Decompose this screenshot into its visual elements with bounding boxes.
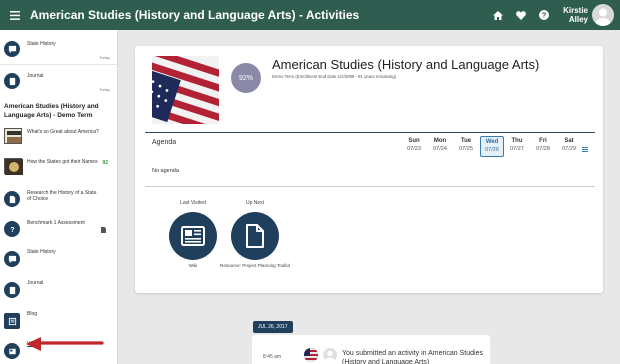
sidebar-item-blog[interactable]: Blog [0, 310, 117, 334]
agenda-day-sat[interactable]: Sat 07/29 [557, 138, 581, 152]
sidebar-item-states-names[interactable]: How the States got their Names 92 [0, 158, 117, 180]
sidebar-item-state-history[interactable]: State History [0, 248, 117, 272]
agenda-day-sun[interactable]: Sun 07/23 [402, 138, 426, 152]
course-title: American Studies (History and Language A… [272, 57, 540, 72]
agenda-day-mon[interactable]: Mon 07/24 [428, 138, 452, 152]
agenda-list-icon[interactable] [582, 147, 588, 154]
activity-thumbnail [4, 158, 23, 175]
sidebar-item-state-history-today[interactable]: State History Today [0, 38, 117, 64]
last-visited-heading: Last Visited [180, 200, 206, 206]
svg-text:?: ? [542, 11, 547, 20]
user-name[interactable]: Kirstie Alley [563, 6, 588, 24]
blog-icon [4, 313, 20, 329]
feed-time: 8:45 am [263, 354, 282, 360]
course-card: 92% American Studies (History and Langua… [135, 46, 603, 293]
sidebar-item-great-america[interactable]: What's so Great about America? [0, 126, 117, 148]
course-thumbnail [304, 348, 318, 362]
avatar[interactable] [592, 4, 614, 26]
chat-icon [4, 41, 20, 57]
agenda-day-fri[interactable]: Fri 07/28 [531, 138, 555, 152]
agenda-day-wed[interactable]: Wed 07/26 [480, 136, 504, 157]
feed-item[interactable]: 8:45 am You submitted an activity in Ame… [252, 335, 490, 364]
journal-icon [4, 282, 20, 298]
grade-circle[interactable]: 92% [231, 63, 261, 93]
document-icon [4, 191, 20, 207]
sidebar-course-title[interactable]: American Studies (History and Language A… [4, 102, 109, 120]
course-image[interactable] [152, 56, 219, 124]
agenda-label: Agenda [152, 139, 177, 146]
course-subtitle: Demo Term (Enrollment End Date 1/2/2099 … [272, 74, 397, 79]
sidebar-item-benchmark[interactable]: ? Benchmark 1 Assessment [0, 219, 117, 241]
user-avatar-icon [323, 348, 337, 364]
sidebar-item-journal-today[interactable]: Journal Today [0, 70, 117, 96]
question-icon: ? [4, 221, 20, 237]
up-next-resource-button[interactable] [231, 212, 279, 260]
chat-icon [4, 251, 20, 267]
no-agenda-text: No agenda [152, 168, 179, 174]
up-next-heading: Up Next [245, 200, 265, 206]
agenda-day-tue[interactable]: Tue 07/25 [454, 138, 478, 152]
menu-icon[interactable] [0, 0, 30, 30]
sidebar: State History Today Journal Today Americ… [0, 30, 118, 364]
file-icon [101, 220, 106, 238]
activity-thumbnail [4, 128, 22, 144]
score-badge: 92 [102, 160, 108, 166]
red-arrow-annotation [24, 336, 104, 357]
divider [145, 186, 595, 187]
page-title: American Studies (History and Language A… [30, 8, 360, 22]
last-visited-label: Wiki [188, 263, 198, 268]
divider [145, 132, 595, 133]
help-icon[interactable]: ? [534, 5, 554, 25]
svg-text:?: ? [10, 225, 14, 234]
agenda-day-thu[interactable]: Thu 07/27 [505, 138, 529, 152]
feed-date-badge: JUL 26, 2017 [253, 321, 293, 333]
home-icon[interactable] [488, 5, 508, 25]
heart-icon[interactable] [511, 5, 531, 25]
last-visited-wiki-button[interactable] [169, 212, 217, 260]
sidebar-item-research-history[interactable]: Research the History of a State of Choic… [0, 188, 117, 212]
document-icon [246, 224, 264, 248]
top-bar: American Studies (History and Language A… [0, 0, 620, 30]
feed-text: You submitted an activity in American St… [342, 350, 483, 364]
wiki-icon [4, 343, 20, 359]
newspaper-icon [181, 226, 205, 246]
up-next-label: Resource: Project Planning Toolkit [220, 263, 290, 268]
sidebar-item-journal[interactable]: Journal [0, 279, 117, 303]
journal-icon [4, 73, 20, 89]
